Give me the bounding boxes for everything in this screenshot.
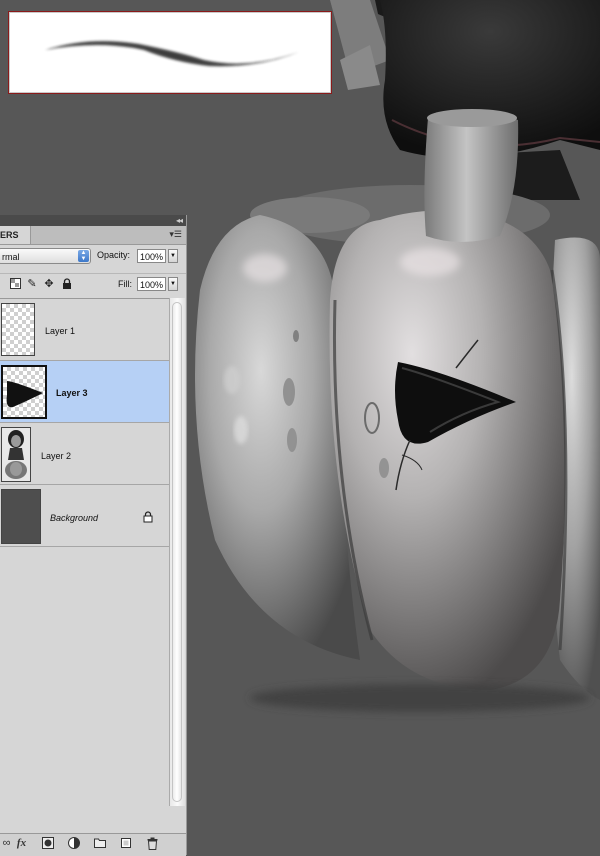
lock-transparent-pixels-icon[interactable] (9, 278, 21, 290)
lock-image-pixels-icon[interactable]: ✎ (26, 278, 38, 290)
layer-row-layer-3[interactable]: Layer 3 (0, 361, 169, 423)
panel-menu-icon[interactable]: ▾☰ (169, 229, 182, 240)
group-folder-icon[interactable] (93, 837, 106, 850)
brush-stroke-preview (8, 11, 332, 94)
link-layers-icon[interactable]: ∞ (0, 837, 13, 850)
blend-options-row: rmal ▲ ▼ Opacity: 100% ▼ (0, 246, 186, 268)
opacity-field[interactable]: 100% (137, 249, 166, 263)
fill-label: Fill: (118, 279, 132, 289)
layers-panel-toolbar: ∞ fx (0, 833, 186, 856)
fx-icon[interactable]: fx (15, 837, 28, 850)
layer-row-background[interactable]: Background (0, 485, 169, 547)
collapse-panel-icon[interactable]: ◂◂ (176, 215, 183, 226)
panel-tab-bar: ERS ▾☰ (0, 226, 186, 245)
trash-icon[interactable] (146, 837, 159, 850)
layer-thumbnail-transparent (1, 303, 35, 356)
scrollbar-thumb[interactable] (172, 302, 182, 802)
opacity-label: Opacity: (97, 250, 131, 260)
lock-position-icon[interactable]: ✥ (43, 278, 55, 290)
lock-all-icon[interactable] (61, 278, 73, 290)
adjustment-layer-icon[interactable] (67, 837, 80, 850)
layer-row-layer-1[interactable]: Layer 1 (0, 299, 169, 361)
new-layer-icon[interactable] (119, 837, 132, 850)
lock-options-row: : ✎ ✥ Fill: 100% ▼ (0, 273, 186, 296)
layer-name: Layer 1 (45, 326, 76, 336)
layer-row-layer-2[interactable]: Layer 2 (0, 423, 169, 485)
layer-thumbnail-figure (1, 427, 31, 482)
blend-mode-select[interactable]: rmal ▲ ▼ (0, 248, 91, 264)
layers-scrollbar[interactable] (169, 298, 185, 806)
layer-thumbnail-eye (1, 365, 47, 419)
opacity-dropdown-icon[interactable]: ▼ (168, 249, 178, 263)
layer-mask-icon[interactable] (41, 837, 54, 850)
layer-name: Layer 2 (41, 451, 72, 461)
fill-dropdown-icon[interactable]: ▼ (168, 277, 178, 291)
tab-layers[interactable]: ERS (0, 226, 31, 244)
panel-title-bar[interactable]: ◂◂ (0, 215, 186, 226)
select-arrows-icon: ▲ ▼ (78, 250, 89, 262)
layer-thumbnail-background (1, 489, 41, 544)
layers-panel: ◂◂ ERS ▾☰ rmal ▲▼ Opacity: 100% ▼ : ✎ ✥ … (0, 215, 187, 856)
blend-mode-value: rmal (2, 252, 20, 262)
layer-name: Layer 3 (56, 388, 88, 398)
brush-stroke-image (45, 41, 299, 67)
layer-name: Background (50, 513, 99, 523)
layer-locked-icon (143, 510, 153, 523)
lock-label: : (0, 279, 1, 289)
fill-field[interactable]: 100% (137, 277, 166, 291)
layers-list: Layer 1 Layer 3 Layer 2 Background (0, 298, 169, 807)
